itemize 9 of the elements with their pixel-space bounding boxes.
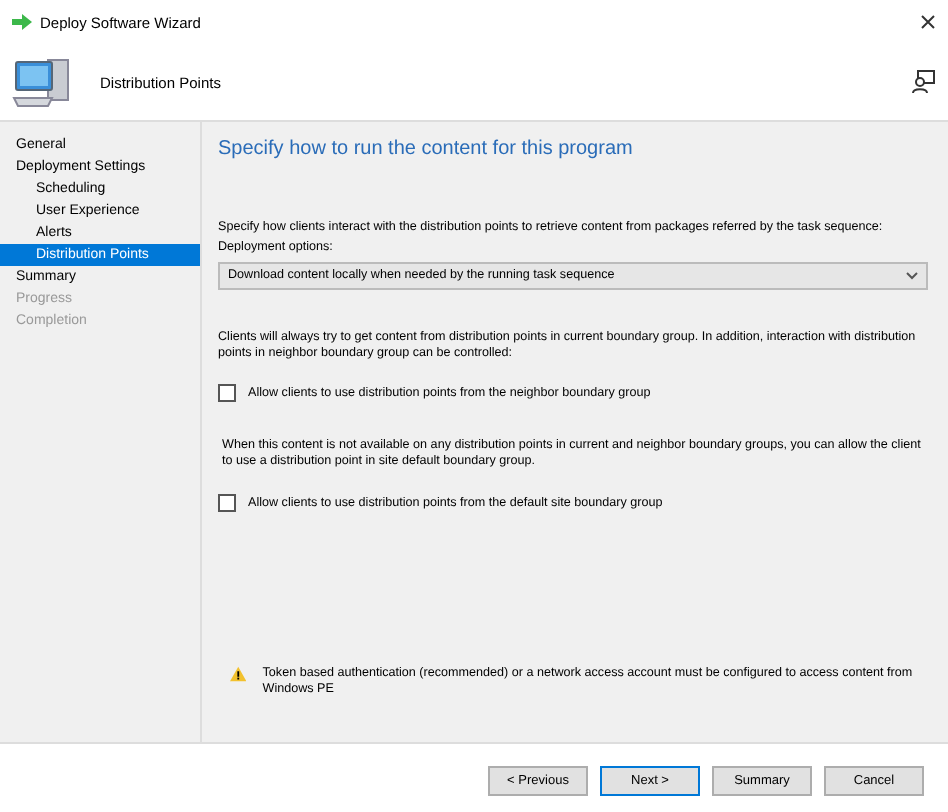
checkbox[interactable] [218,384,236,403]
warning-icon [230,666,247,683]
caret-icon [906,271,918,280]
person-icon[interactable] [912,70,936,94]
checkbox[interactable] [218,494,236,513]
computer-icon [12,54,72,110]
section-heading: Specify how to run the content for this program [218,138,635,160]
close-icon[interactable] [920,14,936,30]
arrow-icon [12,14,32,30]
